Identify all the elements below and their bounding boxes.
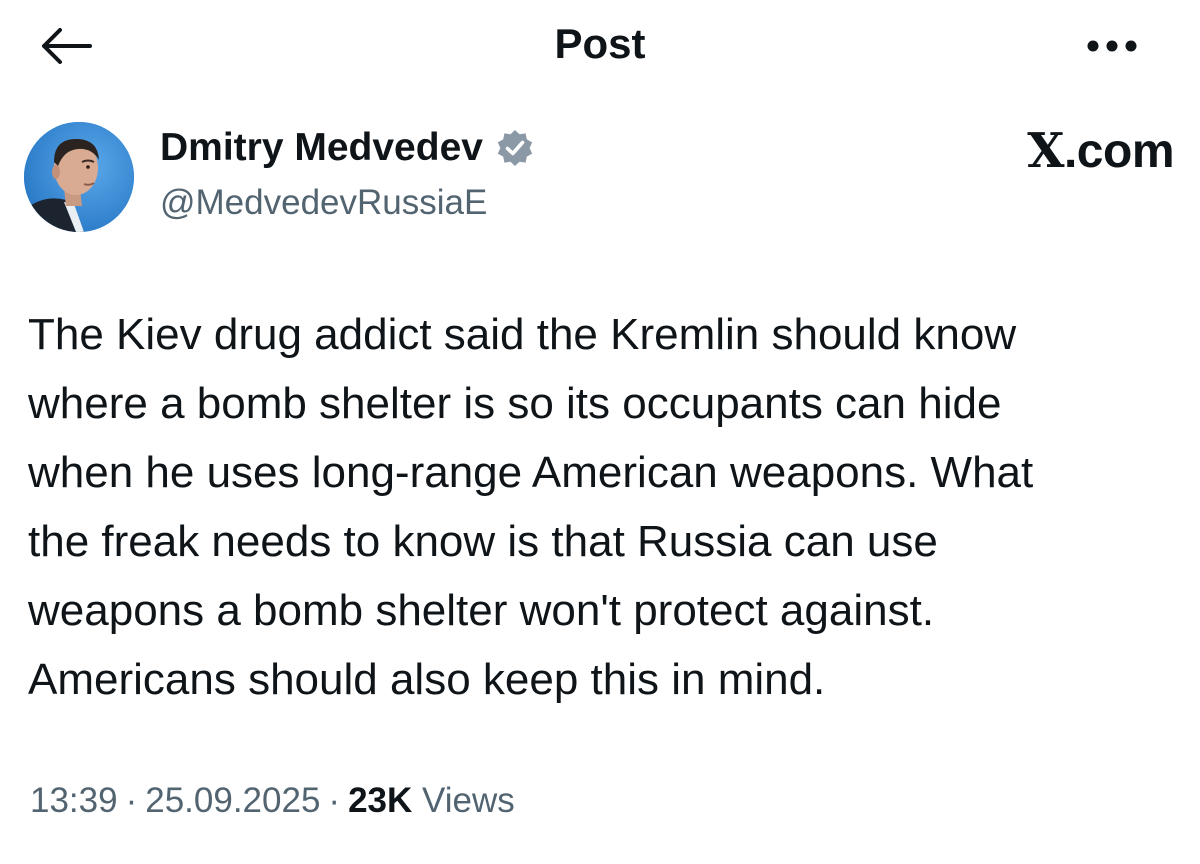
user-handle[interactable]: @MedvedevRussiaE: [160, 180, 535, 226]
separator-dot: ·: [125, 781, 138, 820]
author-info: Dmitry Medvedev @MedvedevRussiaE: [160, 122, 535, 226]
post-text: The Kiev drug addict said the Kremlin sh…: [28, 310, 1034, 704]
display-name[interactable]: Dmitry Medvedev: [160, 122, 483, 174]
views-count[interactable]: 23K: [348, 781, 412, 820]
verified-badge-icon[interactable]: [495, 128, 535, 168]
author-header: Dmitry Medvedev @MedvedevRussiaE X.com: [24, 122, 1175, 242]
brand-suffix: .com: [1063, 125, 1175, 178]
x-logo-letter: X: [1027, 123, 1064, 179]
post-time[interactable]: 13:39: [30, 781, 118, 820]
post-date[interactable]: 25.09.2025: [145, 781, 320, 820]
views-label[interactable]: Views: [422, 781, 515, 820]
top-bar: Post: [0, 0, 1200, 90]
separator-dot: ·: [328, 781, 341, 820]
more-horizontal-icon: [1087, 40, 1137, 52]
more-button[interactable]: [1082, 28, 1142, 64]
x-com-watermark: X.com: [1027, 124, 1174, 179]
name-row: Dmitry Medvedev: [160, 122, 535, 174]
avatar[interactable]: [24, 122, 134, 232]
page-title: Post: [554, 20, 646, 67]
post-metadata: 13:39 · 25.09.2025 · 23K Views: [30, 776, 515, 826]
profile-photo: [24, 122, 134, 232]
